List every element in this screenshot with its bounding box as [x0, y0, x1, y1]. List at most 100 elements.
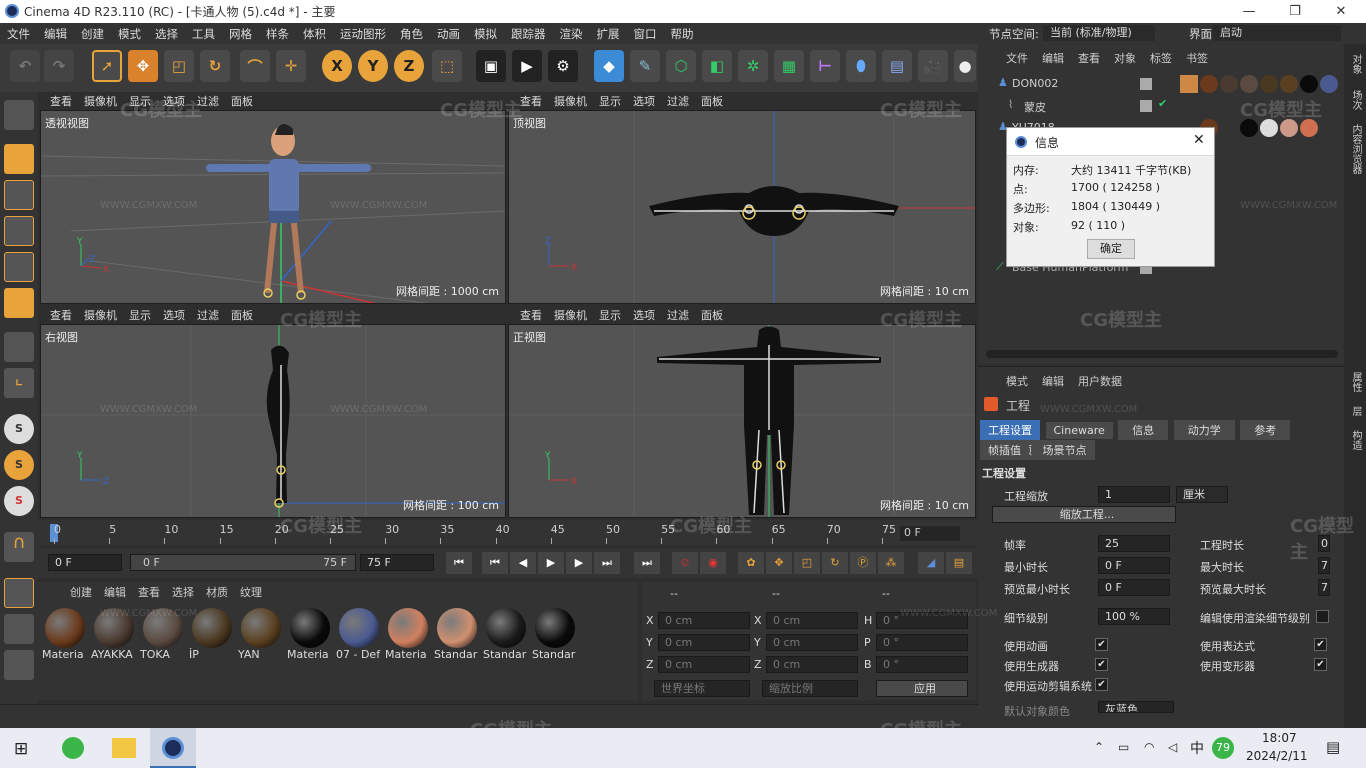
default-color-select[interactable]: 灰蓝色	[1098, 701, 1174, 713]
object-row[interactable]: ⌇ 蒙皮 ✔	[978, 96, 1344, 116]
key-pla-icon[interactable]: ⁂	[878, 552, 904, 574]
vp-menu-panel[interactable]: 面板	[701, 307, 723, 323]
key-position-icon[interactable]: ✥	[766, 552, 792, 574]
visibility-icon[interactable]	[1140, 100, 1152, 112]
make-editable-icon[interactable]	[4, 100, 34, 130]
size-y-field[interactable]: 0 cm	[766, 634, 858, 651]
array-icon[interactable]: ▦	[774, 50, 804, 82]
vp-menu-view[interactable]: 查看	[520, 93, 542, 109]
vp-menu-options[interactable]: 选项	[633, 307, 655, 323]
lock-workplane-icon[interactable]	[4, 614, 34, 644]
pen-icon[interactable]: ✎	[630, 50, 660, 82]
render-view-icon[interactable]: ▣	[476, 50, 506, 82]
vp-menu-display[interactable]: 显示	[129, 307, 151, 323]
extrude-icon[interactable]: ◧	[702, 50, 732, 82]
side-tab-content-browser[interactable]: 内容浏览器	[1348, 124, 1363, 174]
vp-menu-view[interactable]: 查看	[50, 307, 72, 323]
side-tab-objects[interactable]: 对象	[1348, 54, 1363, 74]
status-badge[interactable]: 79	[1212, 737, 1234, 759]
material-swatch[interactable]: Materia	[42, 608, 88, 661]
obj-menu-object[interactable]: 对象	[1114, 50, 1136, 66]
points-mode-icon[interactable]	[4, 216, 34, 246]
close-button[interactable]: ✕	[1318, 0, 1364, 23]
material-swatch[interactable]: Standar	[434, 608, 480, 661]
max-time-field[interactable]: 7	[1318, 557, 1330, 574]
side-tab-structure[interactable]: 构造	[1348, 430, 1363, 450]
duration-field[interactable]: 0	[1318, 535, 1330, 552]
pos-y-field[interactable]: 0 cm	[658, 634, 750, 651]
scale-mode-select[interactable]: 缩放比例	[762, 680, 858, 697]
attr-menu-mode[interactable]: 模式	[1006, 373, 1028, 389]
object-scrollbar[interactable]	[986, 350, 1338, 358]
mat-menu-view[interactable]: 查看	[138, 584, 160, 600]
menu-tools[interactable]: 工具	[185, 26, 222, 42]
z-axis-lock-icon[interactable]: Z	[394, 50, 424, 82]
menu-character[interactable]: 角色	[393, 26, 430, 42]
vp-menu-filter[interactable]: 过滤	[197, 307, 219, 323]
magnet-icon[interactable]: ∩	[4, 532, 34, 562]
record-icon[interactable]: ⊘	[672, 552, 698, 574]
menu-window[interactable]: 窗口	[627, 26, 664, 42]
undo-icon[interactable]: ↶	[10, 50, 40, 82]
menu-spline[interactable]: 样条	[259, 26, 296, 42]
vp-menu-filter[interactable]: 过滤	[197, 93, 219, 109]
grid-icon[interactable]	[4, 650, 34, 680]
move-icon[interactable]: ✥	[128, 50, 158, 82]
obj-menu-tags[interactable]: 标签	[1150, 50, 1172, 66]
chevron-up-icon[interactable]: ⌃	[1094, 740, 1104, 754]
vp-menu-camera[interactable]: 摄像机	[84, 307, 117, 323]
viewport-front[interactable]: 正视图 Y X 网格间距 : 10 cm	[508, 324, 976, 518]
scale-icon[interactable]: ◰	[164, 50, 194, 82]
go-to-end-icon[interactable]: ⏭	[634, 552, 660, 574]
rotate-icon[interactable]: ↻	[200, 50, 230, 82]
light-icon[interactable]: ●	[954, 50, 976, 82]
tab-scene-nodes[interactable]: 场景节点	[1034, 440, 1095, 460]
vp-menu-display[interactable]: 显示	[129, 93, 151, 109]
rot-b-field[interactable]: 0 °	[876, 656, 968, 673]
rot-h-field[interactable]: 0 °	[876, 612, 968, 629]
coordinate-system-icon[interactable]: ⬚	[432, 50, 462, 82]
obj-menu-view[interactable]: 查看	[1078, 50, 1100, 66]
menu-select[interactable]: 选择	[148, 26, 185, 42]
vp-menu-panel[interactable]: 面板	[701, 93, 723, 109]
scale-field[interactable]: 1	[1098, 486, 1170, 503]
side-tab-layers[interactable]: 层	[1348, 406, 1363, 416]
use-deformers-checkbox[interactable]: ✔	[1314, 658, 1327, 671]
vp-menu-filter[interactable]: 过滤	[667, 93, 689, 109]
preview-max-field[interactable]: 7	[1318, 579, 1330, 596]
file-explorer-icon[interactable]	[112, 738, 136, 758]
cloner-icon[interactable]: ✲	[738, 50, 768, 82]
vp-menu-panel[interactable]: 面板	[231, 307, 253, 323]
vp-menu-panel[interactable]: 面板	[231, 93, 253, 109]
timeline-end-field[interactable]: 0 F	[900, 526, 960, 541]
material-swatch[interactable]: Standar	[483, 608, 529, 661]
vp-menu-options[interactable]: 选项	[163, 307, 185, 323]
deformer-icon[interactable]: ⊢	[810, 50, 840, 82]
vp-menu-camera[interactable]: 摄像机	[84, 93, 117, 109]
preview-min-field[interactable]: 0 F	[1098, 579, 1170, 596]
tab-cineware[interactable]: Cineware	[1045, 422, 1113, 439]
tab-key-interpolation[interactable]: 帧插值	[980, 440, 1029, 460]
next-key-icon[interactable]: ⏭	[594, 552, 620, 574]
menu-mesh[interactable]: 网格	[222, 26, 259, 42]
fps-field[interactable]: 25	[1098, 535, 1170, 552]
menu-animate[interactable]: 动画	[430, 26, 467, 42]
recent-tool-icon[interactable]: ⌒	[240, 50, 270, 82]
render-settings-icon[interactable]: ⚙	[548, 50, 578, 82]
camera-icon[interactable]: 🎥	[918, 50, 948, 82]
material-swatch[interactable]: YAN	[238, 608, 284, 661]
edges-mode-icon[interactable]	[4, 252, 34, 282]
minimize-button[interactable]: —	[1226, 0, 1272, 23]
use-expressions-checkbox[interactable]: ✔	[1314, 638, 1327, 651]
menu-volume[interactable]: 体积	[296, 26, 333, 42]
menu-help[interactable]: 帮助	[664, 26, 701, 42]
menu-mograph[interactable]: 运动图形	[333, 26, 393, 42]
texture-mode-icon[interactable]	[4, 180, 34, 210]
layout-select[interactable]: 启动	[1213, 25, 1341, 41]
model-mode-icon[interactable]	[4, 144, 34, 174]
tab-reference[interactable]: 参考	[1240, 420, 1291, 440]
material-swatch[interactable]: TOKA	[140, 608, 186, 661]
axis-mode-icon[interactable]: ⌞	[4, 368, 34, 398]
timeline-ruler[interactable]: 0 5 10 15 20 25 30 35 40 45 50 55 60 65 70 75 0 F	[38, 520, 978, 546]
field-icon[interactable]: ⬮	[846, 50, 876, 82]
